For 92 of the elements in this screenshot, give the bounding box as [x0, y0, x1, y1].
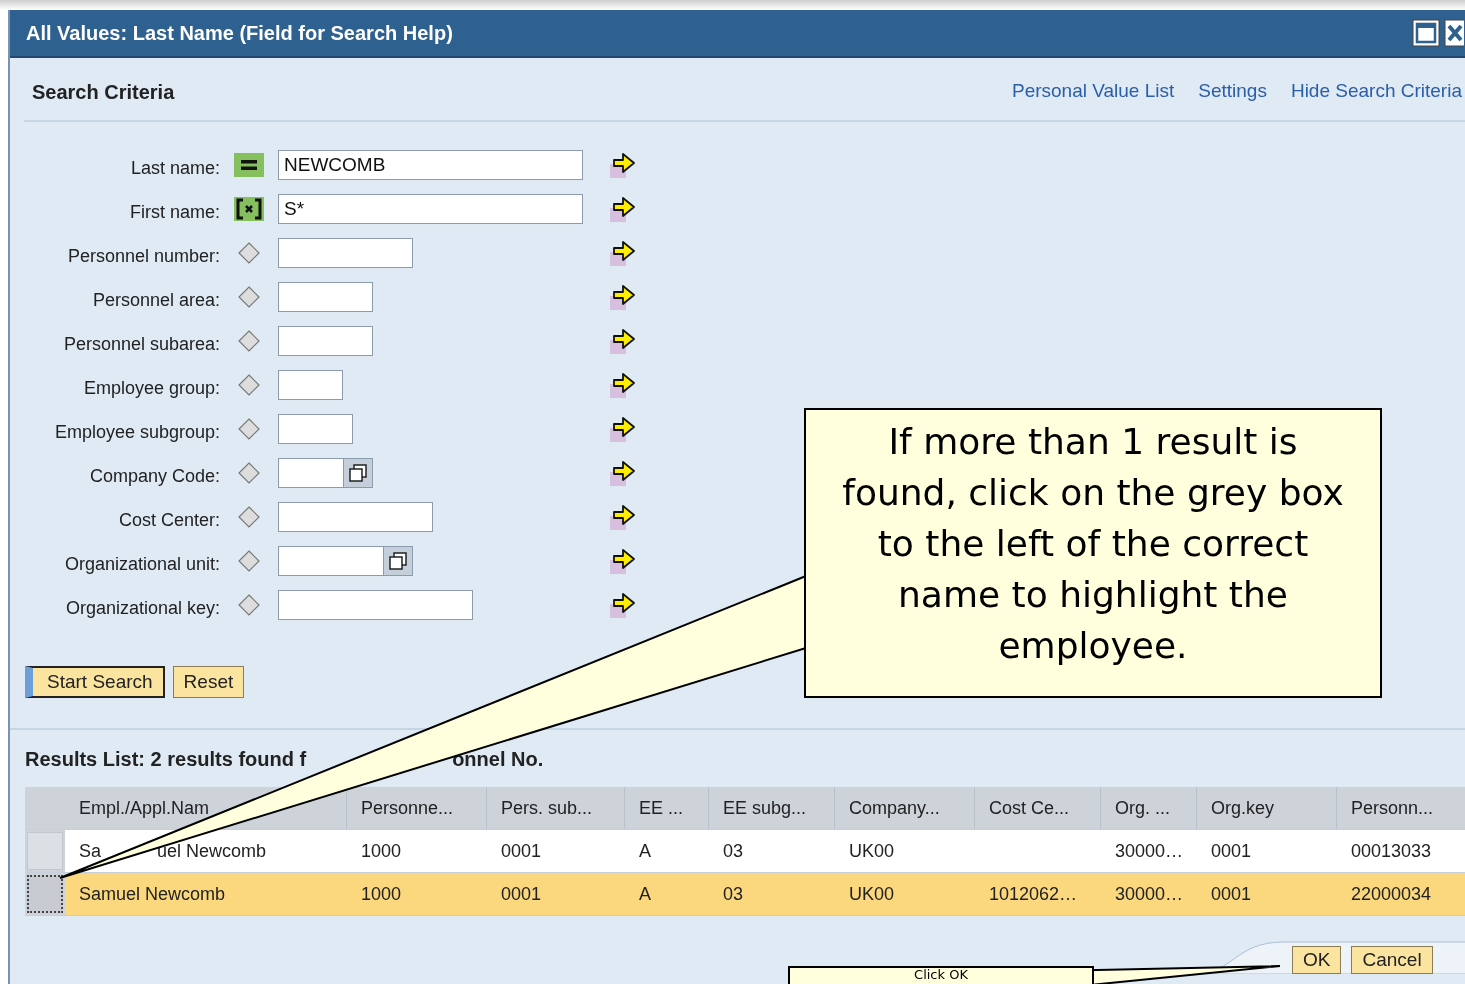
table-cell: A [639, 883, 651, 905]
diamond-option-icon[interactable] [238, 594, 260, 616]
table-cell: 0001 [501, 840, 542, 862]
dialog-button[interactable]: OK [1292, 946, 1342, 974]
header-link[interactable]: Personal Value List [1011, 80, 1175, 102]
multiple-selection-arrow-icon[interactable] [608, 282, 638, 312]
multiple-selection-arrow-icon[interactable] [608, 458, 638, 488]
multiple-selection-arrow-icon[interactable] [608, 326, 638, 356]
field-label: Company Code: [88, 464, 220, 487]
field-label: Personnel subarea: [62, 332, 220, 355]
value-help-button[interactable] [383, 546, 413, 576]
copy-icon [389, 552, 407, 570]
table-cell: Sa [79, 840, 102, 862]
table-cell: 00013033 [1351, 840, 1432, 862]
table-cell: 30000… [1115, 883, 1184, 905]
table-cell: 22000034 [1351, 883, 1432, 905]
multiple-selection-arrow-icon[interactable] [608, 238, 638, 268]
multiple-selection-arrow-icon[interactable] [608, 370, 638, 400]
action-button[interactable]: Start Search [25, 666, 165, 698]
field-label: Personnel number: [66, 244, 220, 267]
field-label: Employee group: [82, 376, 220, 399]
column-header[interactable]: Cost Ce... [975, 787, 1101, 829]
equals-option-icon[interactable] [234, 153, 264, 177]
input-field[interactable] [278, 458, 373, 488]
table-cell: 1000 [361, 883, 402, 905]
table-cell: 03 [723, 840, 744, 862]
table-cell: 1000 [361, 840, 402, 862]
row-selector[interactable] [27, 875, 63, 913]
dialog-button[interactable]: Cancel [1351, 946, 1433, 974]
input-field[interactable] [278, 282, 373, 312]
column-header[interactable]: EE ... [625, 787, 709, 829]
diamond-option-icon[interactable] [238, 550, 260, 572]
field-label: Organizational unit: [63, 552, 220, 575]
maximize-icon[interactable] [1412, 19, 1440, 47]
column-header[interactable]: Personn... [1337, 787, 1465, 829]
field-label: Cost Center: [117, 508, 220, 531]
callout-box: Click OK [788, 966, 1094, 984]
table-cell: A [639, 840, 651, 862]
table-cell: UK00 [849, 883, 895, 905]
multiple-selection-arrow-icon[interactable] [608, 502, 638, 532]
multiple-selection-arrow-icon[interactable] [608, 546, 638, 576]
table-cell: 03 [723, 883, 744, 905]
table-cell: 0001 [1211, 883, 1252, 905]
input-field[interactable] [278, 502, 433, 532]
column-header[interactable]: Pers. sub... [487, 787, 625, 829]
copy-icon [349, 464, 367, 482]
table-cell: uel Newcomb [157, 840, 267, 862]
multiple-selection-arrow-icon[interactable] [608, 414, 638, 444]
callout-box: If more than 1 result is found, click on the grey box to the left of the correct name to highlight the employee. [804, 408, 1382, 698]
diamond-option-icon[interactable] [238, 286, 260, 308]
close-icon[interactable] [1444, 19, 1464, 47]
diamond-option-icon[interactable] [238, 242, 260, 264]
field-label: First name: [128, 200, 220, 223]
input-field[interactable] [278, 414, 353, 444]
table-cell: 1012062… [989, 883, 1078, 905]
input-field[interactable] [278, 326, 373, 356]
column-header[interactable]: Org.key [1197, 787, 1337, 829]
input-field[interactable]: S* [278, 194, 583, 224]
diamond-option-icon[interactable] [238, 374, 260, 396]
field-label: Last name: [129, 156, 220, 179]
table-cell: Samuel Newcomb [79, 883, 226, 905]
field-label: Personnel area: [91, 288, 220, 311]
multiple-selection-arrow-icon[interactable] [608, 590, 638, 620]
input-field[interactable]: NEWCOMB [278, 150, 583, 180]
header-link[interactable]: Settings [1198, 80, 1267, 102]
input-field[interactable] [278, 590, 473, 620]
table-cell: 0001 [1211, 840, 1252, 862]
input-field[interactable] [278, 370, 343, 400]
multiple-selection-arrow-icon[interactable] [608, 194, 638, 224]
multiple-selection-arrow-icon[interactable] [608, 150, 638, 180]
results-title: onnel No. [452, 748, 544, 771]
column-header[interactable]: Org. ... [1101, 787, 1197, 829]
input-field[interactable] [278, 546, 413, 576]
section-title: Search Criteria [31, 80, 175, 104]
diamond-option-icon[interactable] [238, 462, 260, 484]
input-field[interactable] [278, 238, 413, 268]
diamond-option-icon[interactable] [238, 506, 260, 528]
pattern-option-icon[interactable] [234, 197, 264, 221]
diamond-option-icon[interactable] [238, 418, 260, 440]
column-header[interactable]: Company... [835, 787, 975, 829]
results-title: Results List: 2 results found f [25, 748, 307, 771]
table-cell: 30000… [1115, 840, 1184, 862]
field-label: Organizational key: [64, 596, 220, 619]
table-cell: 0001 [501, 883, 542, 905]
value-help-button[interactable] [343, 458, 373, 488]
action-button[interactable]: Reset [172, 666, 245, 698]
field-label: Employee subgroup: [53, 420, 220, 443]
table-cell: UK00 [849, 840, 895, 862]
diamond-option-icon[interactable] [238, 330, 260, 352]
window-title: All Values: Last Name (Field for Search Help) [26, 21, 453, 45]
column-header[interactable]: EE subg... [709, 787, 835, 829]
header-link[interactable]: Hide Search Criteria [1290, 80, 1462, 102]
